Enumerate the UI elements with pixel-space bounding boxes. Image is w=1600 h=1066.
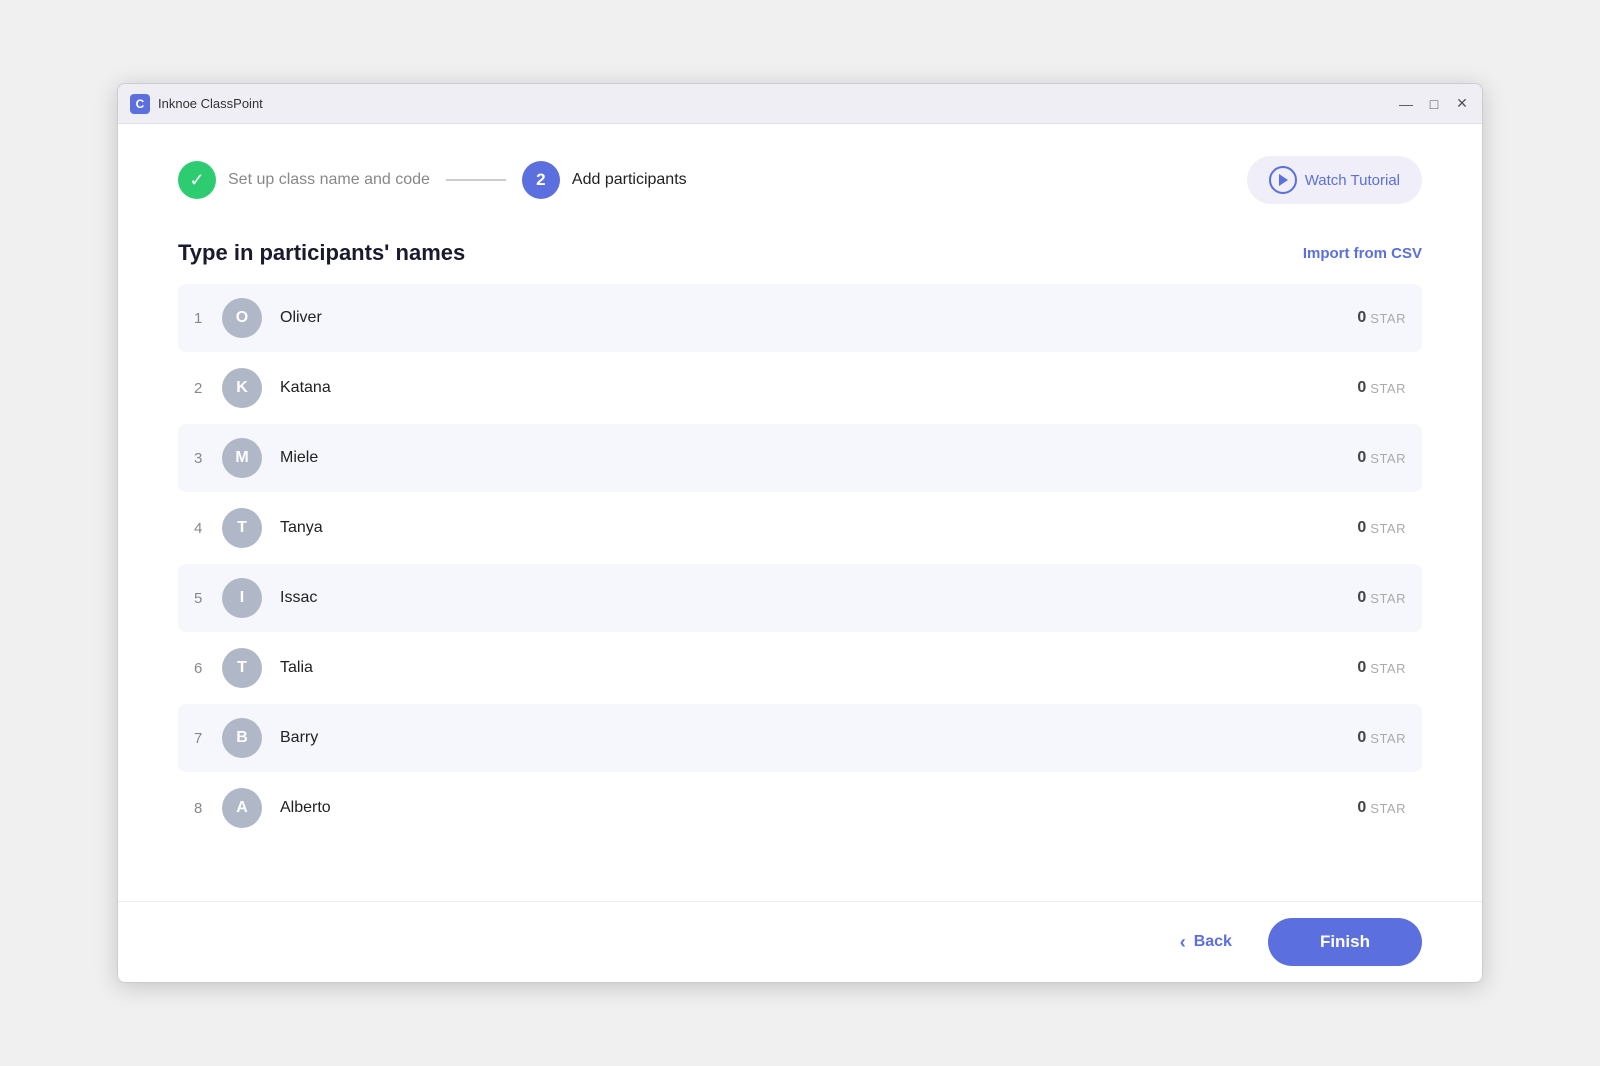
table-row[interactable]: 7 B Barry 0 STAR <box>178 704 1422 772</box>
star-label: STAR <box>1370 311 1406 326</box>
row-number: 6 <box>194 660 222 677</box>
participant-name: Tanya <box>280 519 1357 537</box>
row-number: 7 <box>194 730 222 747</box>
participant-name: Katana <box>280 379 1357 397</box>
watch-tutorial-label: Watch Tutorial <box>1305 172 1400 189</box>
close-button[interactable]: ✕ <box>1454 96 1470 112</box>
row-number: 8 <box>194 800 222 817</box>
participant-name: Miele <box>280 449 1357 467</box>
star-count: 0 <box>1357 659 1366 677</box>
star-count: 0 <box>1357 729 1366 747</box>
star-label: STAR <box>1370 521 1406 536</box>
play-icon <box>1269 166 1297 194</box>
star-label: STAR <box>1370 591 1406 606</box>
table-row[interactable]: 5 I Issac 0 STAR <box>178 564 1422 632</box>
back-button[interactable]: ‹ Back <box>1160 922 1252 963</box>
participant-name: Oliver <box>280 309 1357 327</box>
app-window: C Inknoe ClassPoint — □ ✕ ✓ Set up class… <box>117 83 1483 983</box>
step2-number: 2 <box>522 161 560 199</box>
finish-button[interactable]: Finish <box>1268 918 1422 966</box>
step1-check-icon: ✓ <box>178 161 216 199</box>
table-row[interactable]: 2 K Katana 0 STAR <box>178 354 1422 422</box>
step2-active: 2 Add participants <box>522 161 687 199</box>
star-label: STAR <box>1370 381 1406 396</box>
import-csv-link[interactable]: Import from CSV <box>1303 245 1422 262</box>
minimize-button[interactable]: — <box>1398 96 1414 112</box>
table-row[interactable]: 3 M Miele 0 STAR <box>178 424 1422 492</box>
participant-name: Issac <box>280 589 1357 607</box>
maximize-button[interactable]: □ <box>1426 96 1442 112</box>
star-label: STAR <box>1370 731 1406 746</box>
app-title: Inknoe ClassPoint <box>158 96 1398 111</box>
star-count: 0 <box>1357 589 1366 607</box>
window-controls: — □ ✕ <box>1398 96 1470 112</box>
row-number: 2 <box>194 380 222 397</box>
table-row[interactable]: 6 T Talia 0 STAR <box>178 634 1422 702</box>
row-number: 1 <box>194 310 222 327</box>
star-count: 0 <box>1357 799 1366 817</box>
step-connector <box>446 179 506 181</box>
main-content: ✓ Set up class name and code 2 Add parti… <box>118 124 1482 901</box>
table-row[interactable]: 1 O Oliver 0 STAR <box>178 284 1422 352</box>
avatar: M <box>222 438 262 478</box>
participant-name: Barry <box>280 729 1357 747</box>
star-count: 0 <box>1357 379 1366 397</box>
bottom-bar: ‹ Back Finish <box>118 901 1482 982</box>
participant-name: Alberto <box>280 799 1357 817</box>
avatar: T <box>222 648 262 688</box>
watch-tutorial-button[interactable]: Watch Tutorial <box>1247 156 1422 204</box>
play-triangle-icon <box>1279 174 1288 186</box>
star-count: 0 <box>1357 519 1366 537</box>
avatar: T <box>222 508 262 548</box>
star-count: 0 <box>1357 449 1366 467</box>
step1-completed: ✓ Set up class name and code <box>178 161 430 199</box>
step1-label: Set up class name and code <box>228 171 430 189</box>
titlebar: C Inknoe ClassPoint — □ ✕ <box>118 84 1482 124</box>
step2-label: Add participants <box>572 171 687 189</box>
avatar: O <box>222 298 262 338</box>
section-title: Type in participants' names <box>178 240 465 266</box>
row-number: 4 <box>194 520 222 537</box>
avatar: K <box>222 368 262 408</box>
back-label: Back <box>1194 933 1232 951</box>
star-label: STAR <box>1370 801 1406 816</box>
row-number: 3 <box>194 450 222 467</box>
avatar: A <box>222 788 262 828</box>
table-row[interactable]: 8 A Alberto 0 STAR <box>178 774 1422 842</box>
avatar: I <box>222 578 262 618</box>
step-header: ✓ Set up class name and code 2 Add parti… <box>178 156 1422 204</box>
participant-name: Talia <box>280 659 1357 677</box>
star-label: STAR <box>1370 661 1406 676</box>
row-number: 5 <box>194 590 222 607</box>
star-label: STAR <box>1370 451 1406 466</box>
participants-list: 1 O Oliver 0 STAR 2 K Katana 0 STAR 3 M … <box>178 284 1422 881</box>
section-header: Type in participants' names Import from … <box>178 240 1422 266</box>
avatar: B <box>222 718 262 758</box>
star-count: 0 <box>1357 309 1366 327</box>
app-icon: C <box>130 94 150 114</box>
chevron-left-icon: ‹ <box>1180 932 1186 953</box>
table-row[interactable]: 4 T Tanya 0 STAR <box>178 494 1422 562</box>
